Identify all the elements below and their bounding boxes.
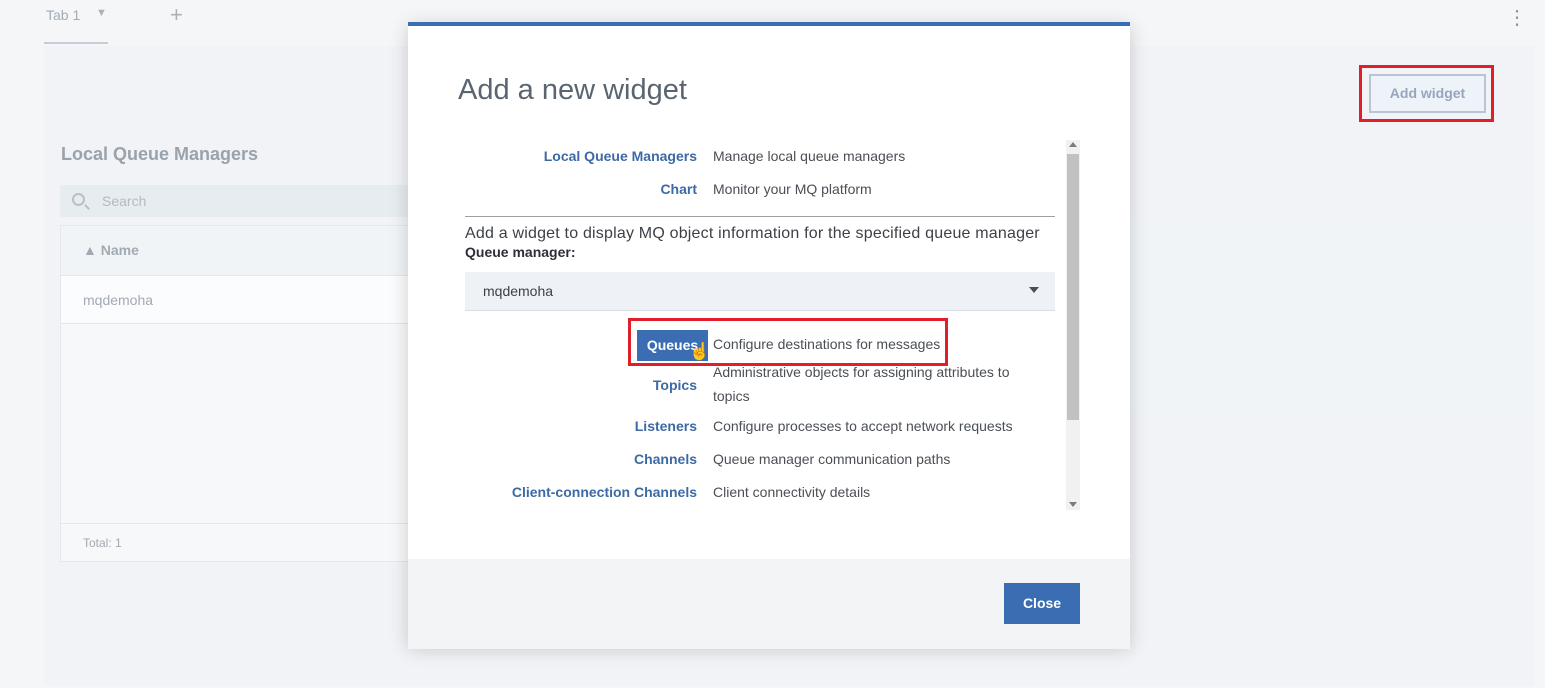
table-header[interactable]: ▲ Name [61,226,419,276]
widget-name[interactable]: Chart [660,181,697,197]
widget-desc: Administrative objects for assigning att… [713,364,1010,404]
widget-name[interactable]: Listeners [635,418,697,434]
scroll-down-icon[interactable] [1069,502,1077,507]
add-widget-highlight [1359,65,1494,122]
close-button[interactable]: Close [1004,583,1080,624]
selected-queue-manager: mqdemoha [483,283,554,299]
total-count: Total: 1 [83,536,122,550]
divider [465,216,1055,217]
more-options-icon[interactable]: ⋮ [1507,8,1527,28]
widget-name[interactable]: Topics [653,377,697,393]
table-footer: Total: 1 [61,523,419,561]
widget-desc: Configure processes to accept network re… [713,418,1013,434]
scrollbar[interactable] [1066,140,1080,510]
table-row[interactable]: mqdemoha [61,276,419,324]
search-input[interactable]: Search [60,185,420,217]
widget-desc: Queue manager communication paths [713,451,951,467]
widget-title: Local Queue Managers [61,144,259,164]
widget-name[interactable]: Local Queue Managers [544,148,697,164]
widget-desc: Manage local queue managers [713,148,906,164]
tab-label: Tab 1 [46,7,81,23]
background-panel [1130,213,1534,413]
caret-down-icon[interactable]: ▼ [96,7,107,19]
scroll-up-icon[interactable] [1069,142,1077,147]
widget-name[interactable]: Client-connection Channels [512,484,697,500]
add-tab-icon[interactable]: + [170,2,183,28]
queue-manager-select[interactable]: mqdemoha [465,272,1055,311]
queue-manager-table: ▲ Name mqdemoha Total: 1 [60,225,420,562]
scroll-thumb[interactable] [1067,154,1079,420]
chevron-down-icon [1029,287,1039,293]
queue-manager-hint: Add a widget to display MQ object inform… [465,225,1040,242]
tab-1[interactable]: Tab 1 ▼ [44,0,108,44]
queue-manager-label: Queue manager: [465,244,576,260]
column-header-name[interactable]: ▲ Name [83,242,139,258]
row-name: mqdemoha [83,292,154,308]
queues-highlight [628,318,948,366]
local-queue-managers-widget: Local Queue Managers Search ▲ Name mqdem… [60,130,420,562]
widget-desc: Client connectivity details [713,484,871,500]
search-icon [72,193,85,206]
widget-name[interactable]: Channels [634,451,697,467]
dialog-title: Add a new widget [458,74,687,106]
dialog-footer: Close [408,559,1130,649]
search-placeholder: Search [102,193,147,209]
widget-desc: Monitor your MQ platform [713,181,872,197]
